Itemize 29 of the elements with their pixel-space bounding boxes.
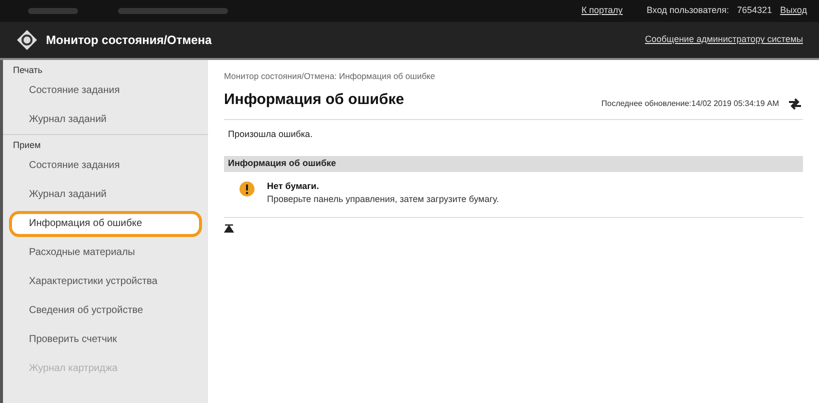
header-title: Монитор состояния/Отмена [46,32,212,49]
user-label: Вход пользователя: [646,4,730,18]
sidebar-item[interactable]: Проверить счетчик [9,326,202,352]
back-to-top-icon[interactable] [224,224,234,233]
status-message: Произошла ошибка. [227,128,314,142]
sidebar-item[interactable]: Журнал заданий [9,182,202,208]
breadcrumb: Монитор состояния/Отмена: Информация об ошибке [224,70,436,83]
logo-icon [16,29,38,51]
redacted-text [28,8,78,14]
sidebar-item[interactable]: Состояние задания [9,78,202,104]
admin-message-link[interactable]: Сообщение администратору системы [644,33,803,47]
user-id: 7654321 [737,4,772,18]
portal-link[interactable]: К порталу [581,4,623,18]
sidebar-item[interactable]: Характеристики устройства [9,268,202,294]
sidebar-item[interactable]: Состояние задания [9,152,202,178]
warning-icon [239,180,255,197]
sidebar-item[interactable]: Информация об ошибке [9,210,202,236]
section-header: Информация об ошибке [224,156,803,172]
last-update-text: Последнее обновление:14/02 2019 05:34:19 AM [601,98,779,110]
sidebar-item[interactable]: Сведения об устройстве [9,298,202,324]
logout-link[interactable]: Выход [780,4,807,18]
sidebar-section-title: Печать [12,64,44,76]
page-title: Информация об ошибке [224,90,404,110]
error-title: Нет бумаги. [267,180,320,193]
error-detail: Проверьте панель управления, затем загрузите бумагу. [267,193,499,206]
sidebar-item[interactable]: Расходные материалы [9,240,202,266]
sidebar-item[interactable]: Журнал заданий [9,106,202,132]
sidebar-section-title: Прием [12,139,42,151]
refresh-icon[interactable] [787,97,803,112]
